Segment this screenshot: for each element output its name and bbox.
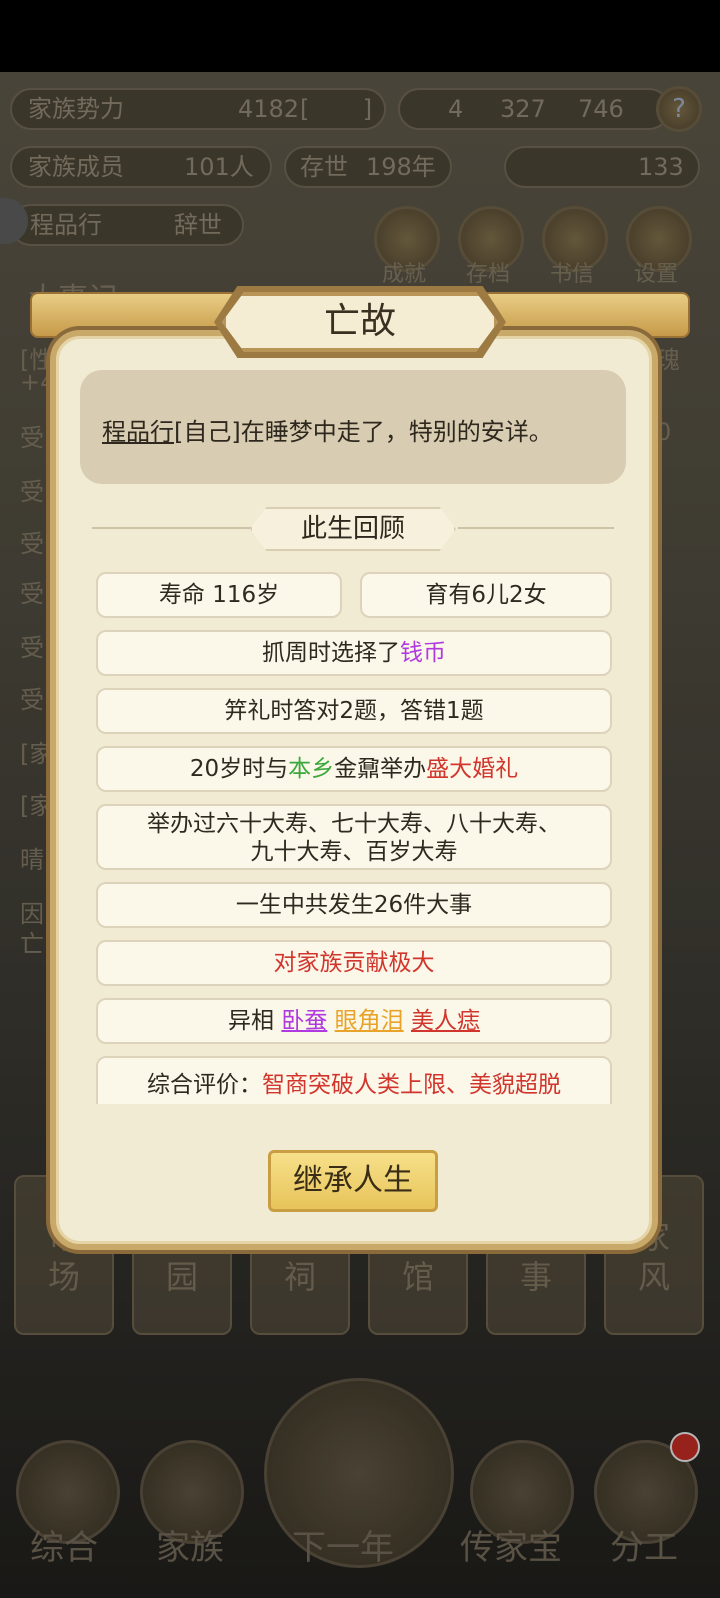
children-card: 育有6儿2女: [360, 572, 612, 618]
contribution-text: 对家族贡献极大: [273, 950, 435, 976]
marriage-type: 盛大婚礼: [426, 756, 519, 782]
lifespan-card: 寿命 116岁: [96, 572, 342, 618]
events-text: 一生中共发生26件大事: [235, 892, 473, 918]
features-card: 异相 卧蚕 眼角泪 美人痣: [96, 998, 612, 1044]
death-message-text: [自己]在睡梦中走了，特别的安详。: [174, 418, 553, 446]
character-name-link[interactable]: 程品行: [102, 418, 174, 446]
ceremony-text: 笄礼时答对2题，答错1题: [224, 698, 484, 724]
evaluation-label: 综合评价：: [147, 1072, 262, 1098]
feature-link[interactable]: 美人痣: [411, 1008, 480, 1034]
death-message: 程品行[自己]在睡梦中走了，特别的安详。: [102, 412, 553, 447]
inherit-life-button[interactable]: 继承人生: [268, 1150, 438, 1212]
life-review-list[interactable]: 寿命 116岁 育有6儿2女 抓周时选择了钱币 笄礼时答对2题，答错1题 20岁…: [92, 570, 616, 1104]
feature-link[interactable]: 眼角泪: [335, 1008, 404, 1034]
evaluation-card: 综合评价：智商突破人类上限、美貌超脱: [96, 1056, 612, 1104]
dialog-title: 亡故: [323, 301, 396, 342]
contribution-card: 对家族贡献极大: [96, 940, 612, 986]
zhuazhou-card: 抓周时选择了钱币: [96, 630, 612, 676]
zhuazhou-text: 抓周时选择了: [262, 640, 400, 666]
marriage-place: 本乡: [288, 756, 335, 782]
evaluation-text: 智商突破人类上限、美貌超脱: [262, 1072, 561, 1098]
divider-right: [458, 527, 614, 529]
marriage-spouse: 金鼐举办: [334, 756, 427, 782]
features-label: 异相: [228, 1008, 275, 1034]
children-text: 育有6儿2女: [425, 582, 547, 608]
birthday-card: 举办过六十大寿、七十大寿、八十大寿、 九十大寿、百岁大寿: [96, 804, 612, 870]
birthday-text: 举办过六十大寿、七十大寿、八十大寿、: [147, 811, 561, 837]
lifespan-text: 寿命 116岁: [158, 582, 280, 608]
status-bar: [0, 0, 720, 72]
marriage-text: 20岁时与: [189, 756, 289, 782]
birthday-text: 九十大寿、百岁大寿: [250, 839, 458, 865]
divider-left: [92, 527, 252, 529]
events-card: 一生中共发生26件大事: [96, 882, 612, 928]
zhuazhou-item: 钱币: [400, 640, 446, 666]
feature-link[interactable]: 卧蚕: [281, 1008, 327, 1034]
ceremony-card: 笄礼时答对2题，答错1题: [96, 688, 612, 734]
marriage-card: 20岁时与本乡金鼐举办盛大婚礼: [96, 746, 612, 792]
review-title: 此生回顾: [300, 514, 405, 544]
